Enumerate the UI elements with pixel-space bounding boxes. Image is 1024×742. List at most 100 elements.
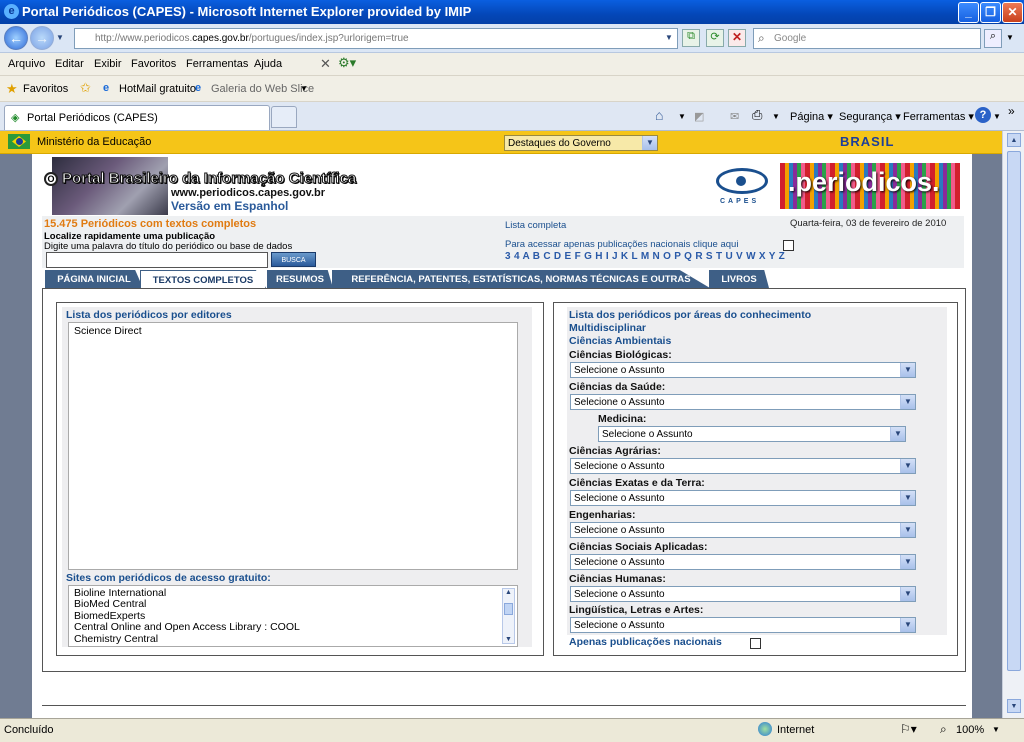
spanish-version-link[interactable]: Versão em Espanhol (171, 199, 288, 213)
window-title-bar[interactable]: e Portal Periódicos (CAPES) - Microsoft … (0, 0, 1024, 24)
page-menu[interactable]: Página ▾ (790, 110, 833, 123)
addon-icon[interactable]: ⚙▾ (338, 55, 356, 71)
portal-title: Portal Brasileiro da Informação Científi… (61, 170, 357, 188)
chevron-down-icon[interactable]: ▼ (993, 112, 1001, 121)
current-date: Quarta-feira, 03 de fevereiro de 2010 (790, 218, 947, 229)
tab-livros[interactable]: LIVROS (709, 270, 769, 288)
favorites-star-icon[interactable]: ★ (6, 81, 18, 97)
select-sociais[interactable]: Selecione o Assunto ▼ (570, 554, 916, 570)
close-toolbar-icon[interactable]: ✕ (320, 56, 331, 72)
select-engenharias[interactable]: Selecione o Assunto ▼ (570, 522, 916, 538)
menu-arquivo[interactable]: Arquivo (8, 58, 45, 70)
free-sites-list[interactable]: Bioline International BioMed Central Bio… (68, 585, 518, 647)
compatibility-icon[interactable]: ⧉ (682, 29, 700, 47)
scroll-thumb[interactable] (1007, 151, 1021, 671)
national-publications-checkbox[interactable] (750, 638, 761, 649)
select-medicina[interactable]: Selecione o Assunto ▼ (598, 426, 906, 442)
feeds-icon[interactable]: ◩ (694, 110, 704, 123)
refresh-icon[interactable]: ⟳ (706, 29, 724, 47)
tools-menu[interactable]: Ferramentas ▾ (903, 110, 974, 123)
zoom-icon[interactable]: ⌕ (940, 722, 947, 737)
page-scrollbar[interactable]: ▲ ▼ (1002, 131, 1024, 718)
alphabet-index[interactable]: 3 4 A B C D E F G H I J K L M N O P Q R … (505, 251, 785, 262)
portal-url[interactable]: www.periodicos.capes.gov.br (171, 187, 325, 199)
search-go-button[interactable]: ⌕ (984, 29, 1002, 48)
security-menu[interactable]: Segurança ▾ (839, 110, 901, 123)
scroll-down-icon[interactable]: ▼ (1007, 699, 1021, 713)
ciencias-ambientais-link[interactable]: Ciências Ambientais (569, 335, 671, 347)
favorite-hotmail[interactable]: HotMail gratuito (119, 83, 196, 95)
select-biologicas[interactable]: Selecione o Assunto ▼ (570, 362, 916, 378)
chevron-down-icon[interactable]: ▼ (300, 84, 308, 93)
protected-mode-icon[interactable]: ⚐▾ (900, 722, 917, 736)
menu-editar[interactable]: Editar (55, 58, 84, 70)
search-options-icon[interactable]: ▼ (1006, 33, 1014, 42)
scroll-up-icon[interactable]: ▲ (1007, 133, 1021, 147)
publishers-list[interactable]: Science Direct (68, 322, 518, 570)
scroll-thumb[interactable] (504, 603, 513, 615)
print-icon[interactable]: ⎙ (752, 107, 762, 123)
mail-icon[interactable]: ✉ (730, 110, 739, 123)
list-item[interactable]: Chemistry Central (74, 633, 512, 645)
menu-exibir[interactable]: Exibir (94, 58, 122, 70)
periodicos-logo[interactable]: .periodicos. (780, 163, 960, 209)
multidisciplinar-link[interactable]: Multidisciplinar (569, 322, 646, 334)
menu-ferramentas[interactable]: Ferramentas (186, 58, 248, 70)
capes-logo[interactable]: CAPES (712, 162, 772, 210)
favorite-web-slice[interactable]: Galeria do Web Slice (211, 83, 314, 95)
help-icon[interactable]: ? (975, 107, 991, 123)
chevron-down-icon: ▼ (900, 618, 915, 632)
list-item[interactable]: Science Direct (69, 323, 517, 339)
status-text: Concluído (4, 724, 54, 736)
url-prefix: http://www.periodicos. (95, 33, 193, 44)
chevron-down-icon[interactable]: ▼ (678, 112, 686, 121)
select-humanas[interactable]: Selecione o Assunto ▼ (570, 586, 916, 602)
home-icon[interactable]: ⌂ (655, 107, 663, 123)
zoom-level[interactable]: 100% (956, 724, 984, 736)
tab-textos-completos[interactable]: TEXTOS COMPLETOS (140, 270, 266, 288)
select-exatas[interactable]: Selecione o Assunto ▼ (570, 490, 916, 506)
add-favorite-icon[interactable]: ✩ (80, 80, 91, 96)
close-button[interactable]: ✕ (1002, 2, 1023, 23)
address-field[interactable]: http://www.periodicos.capes.gov.br/portu… (74, 28, 678, 49)
browser-tab[interactable]: ◈ Portal Periódicos (CAPES) (4, 105, 270, 130)
forward-button[interactable]: → (30, 26, 54, 50)
tab-referencia[interactable]: REFERÊNCIA, PATENTES, ESTATÍSTICAS, NORM… (332, 270, 710, 288)
menu-ajuda[interactable]: Ajuda (254, 58, 282, 70)
favorites-button[interactable]: Favoritos (23, 83, 68, 95)
area-label-agrarias: Ciências Agrárias: (569, 445, 661, 457)
chevron-down-icon: ▼ (900, 395, 915, 409)
search-button[interactable]: BUSCA (271, 252, 316, 267)
chevron-down-icon[interactable]: ▼ (992, 725, 1000, 734)
minimize-button[interactable]: _ (958, 2, 979, 23)
tab-pagina-inicial[interactable]: PÁGINA INICIAL (45, 270, 143, 288)
maximize-button[interactable]: ❐ (980, 2, 1001, 23)
scroll-down-icon[interactable]: ▼ (505, 636, 512, 643)
address-dropdown-icon[interactable]: ▼ (665, 33, 673, 42)
search-input[interactable]: ⌕ Google (753, 28, 981, 49)
select-agrarias[interactable]: Selecione o Assunto ▼ (570, 458, 916, 474)
page-menu-label: Página (790, 111, 825, 123)
list-item[interactable]: Central Online and Open Access Library :… (74, 621, 512, 633)
menu-favoritos[interactable]: Favoritos (131, 58, 176, 70)
capes-label: CAPES (720, 198, 760, 205)
back-button[interactable]: ← (4, 26, 28, 50)
menu-bar: Arquivo Editar Exibir Favoritos Ferramen… (0, 53, 1024, 76)
chevron-down-icon: ▼ (642, 136, 657, 150)
select-linguistica[interactable]: Selecione o Assunto ▼ (570, 617, 916, 633)
national-only-checkbox[interactable] (783, 240, 794, 251)
government-highlights-select[interactable]: Destaques do Governo ▼ (504, 135, 658, 151)
history-dropdown-icon[interactable]: ▼ (56, 33, 64, 42)
chevron-down-icon[interactable]: ▼ (772, 112, 780, 121)
brasil-logo[interactable]: BRASIL (840, 134, 894, 149)
new-tab-button[interactable] (271, 106, 297, 128)
stop-icon[interactable]: ✕ (728, 29, 746, 47)
tab-resumos[interactable]: RESUMOS (267, 270, 333, 288)
scroll-up-icon[interactable]: ▲ (505, 589, 512, 596)
select-saude[interactable]: Selecione o Assunto ▼ (570, 394, 916, 410)
full-list-link[interactable]: Lista completa (505, 220, 566, 231)
more-icon[interactable]: » (1008, 104, 1015, 118)
area-label-engenharias: Engenharias: (569, 509, 636, 521)
list-scrollbar[interactable]: ▲ ▼ (502, 588, 515, 644)
journal-search-input[interactable] (46, 252, 268, 268)
